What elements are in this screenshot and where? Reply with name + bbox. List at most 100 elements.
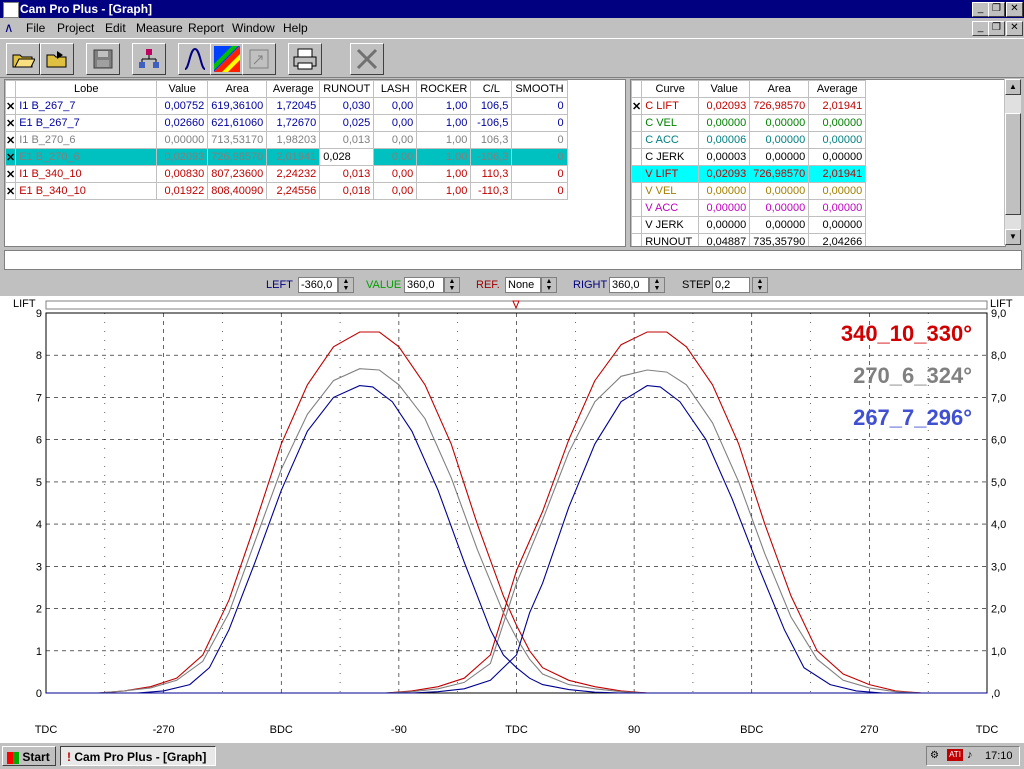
cell-area[interactable]: 726,98570 [749,165,810,183]
child-close-button[interactable]: ✕ [1006,21,1023,36]
tray-network-icon[interactable]: ⚙ [930,750,939,761]
cell-area[interactable]: 713,53170 [207,131,268,149]
table-row[interactable]: V ACC 0,00000 0,00000 0,00000 [631,199,867,217]
tray-speaker-icon[interactable]: ♪ [967,749,973,761]
table-row[interactable]: ✕ E1 B_270_6 0,02093 726,98570 2,01941 0,028 0… [5,148,568,166]
cell-value[interactable]: 0,04887 [698,233,751,246]
table-row[interactable]: V VEL 0,00000 0,00000 0,00000 [631,182,867,200]
col-value[interactable]: Value [698,80,751,98]
curve-button[interactable] [178,43,212,75]
print-button[interactable] [288,43,322,75]
cell-smooth[interactable]: 0 [511,182,568,200]
cell-cl[interactable]: 106,5 [470,97,513,115]
cell-smooth[interactable]: 0 [511,165,568,183]
cell-avg[interactable]: 1,72045 [266,97,321,115]
row-check-icon[interactable] [631,131,643,149]
right-spinner[interactable]: ▲ ▼ [649,277,665,293]
cell-lash[interactable]: 0,00 [373,182,418,200]
cell-area[interactable]: 0,00000 [749,182,810,200]
col-average[interactable]: Average [266,80,321,98]
cell-runout[interactable]: 0,030 [319,97,375,115]
menu-window[interactable]: Window [232,21,275,35]
cell-value[interactable]: 0,00000 [698,216,751,234]
save-button[interactable] [86,43,120,75]
cell-value[interactable]: 0,00003 [698,148,751,166]
row-check-icon[interactable] [631,182,643,200]
cell-avg[interactable]: 2,01941 [808,97,867,115]
col-cl[interactable]: C/L [470,80,513,98]
col-lobe[interactable]: Lobe [15,80,158,98]
cell-curve[interactable]: C LIFT [641,97,700,115]
col-smooth[interactable]: SMOOTH [511,80,568,98]
tray-ati-icon[interactable]: ATI [947,749,963,761]
minimize-button[interactable]: _ [972,2,989,17]
step-spinner[interactable]: ▲ ▼ [752,277,768,293]
child-minimize-button[interactable]: _ [972,21,989,36]
cell-value[interactable]: 0,00752 [156,97,209,115]
cell-value[interactable]: 0,00000 [698,182,751,200]
cell-area[interactable]: 619,36100 [207,97,268,115]
cell-avg[interactable]: 2,24556 [266,182,321,200]
scroll-up-arrow-icon[interactable]: ▲ [1005,79,1021,95]
menu-help[interactable]: Help [283,21,308,35]
table-row[interactable]: RUNOUT 0,04887 735,35790 2,04266 [631,233,867,246]
table-row[interactable]: C ACC 0,00006 0,00000 0,00000 [631,131,867,149]
cell-smooth[interactable]: 0 [511,97,568,115]
cell-cl[interactable]: 110,3 [470,165,513,183]
cell-curve[interactable]: V VEL [641,182,700,200]
table-row[interactable]: V JERK 0,00000 0,00000 0,00000 [631,216,867,234]
cell-lash[interactable]: 0,00 [373,114,418,132]
col-curve[interactable]: Curve [641,80,700,98]
curve-scrollbar[interactable]: ▲ ▼ [1004,79,1021,245]
cell-cl[interactable]: -110,3 [470,182,513,200]
table-row[interactable]: ✕ C LIFT 0,02093 726,98570 2,01941 [631,97,867,115]
cell-curve[interactable]: V JERK [641,216,700,234]
cell-runout[interactable]: 0,018 [319,182,375,200]
col-value[interactable]: Value [156,80,209,98]
cell-avg[interactable]: 2,24232 [266,165,321,183]
right-input[interactable] [609,277,649,293]
row-check-icon[interactable]: ✕ [5,114,17,132]
col-average[interactable]: Average [808,80,867,98]
table-row[interactable]: C JERK 0,00003 0,00000 0,00000 [631,148,867,166]
cell-avg[interactable]: 0,00000 [808,148,867,166]
cell-avg[interactable]: 0,00000 [808,131,867,149]
cell-area[interactable]: 735,35790 [749,233,810,246]
cell-area[interactable]: 0,00000 [749,148,810,166]
check-button[interactable] [242,43,276,75]
ref-input[interactable] [505,277,541,293]
step-input[interactable] [712,277,750,293]
menu-project[interactable]: Project [57,21,94,35]
value-spinner[interactable]: ▲ ▼ [444,277,460,293]
table-row[interactable]: ✕ I1 B_270_6 0,00000 713,53170 1,98203 0,013 0… [5,131,568,149]
menu-file[interactable]: File [26,21,45,35]
row-check-icon[interactable] [631,233,643,246]
child-restore-button[interactable]: ❐ [988,21,1005,36]
lift-chart[interactable]: LIFT LIFT 0,01 1,02 2,03 3,04 4,05 5,06 6,07 7,… [0,296,1024,742]
close-button[interactable]: ✕ [1006,2,1023,17]
cell-rocker[interactable]: 1,00 [416,131,472,149]
cell-rocker[interactable]: 1,00 [416,148,472,166]
task-button-campro[interactable]: ! Cam Pro Plus - [Graph] [60,746,216,766]
row-check-icon[interactable]: ✕ [5,97,17,115]
cell-avg[interactable]: 1,98203 [266,131,321,149]
cell-value[interactable]: 0,00830 [156,165,209,183]
cell-runout[interactable]: 0,025 [319,114,375,132]
cell-lash[interactable]: 0,00 [373,148,418,166]
cell-value[interactable]: 0,00000 [156,131,209,149]
cell-area[interactable]: 0,00000 [749,114,810,132]
cell-runout[interactable]: 0,028 [319,148,375,166]
cell-avg[interactable]: 0,00000 [808,216,867,234]
cell-area[interactable]: 726,98570 [207,148,268,166]
cell-lobe[interactable]: I1 B_340_10 [15,165,158,183]
cell-cl[interactable]: 106,3 [470,131,513,149]
cell-value[interactable]: 0,00000 [698,114,751,132]
row-check-icon[interactable] [631,165,643,183]
cell-rocker[interactable]: 1,00 [416,97,472,115]
col-rocker[interactable]: ROCKER [416,80,472,98]
cell-value[interactable]: 0,02093 [698,97,751,115]
table-row[interactable]: ✕ E1 B_267_7 0,02660 621,61060 1,72670 0,025 0… [5,114,568,132]
cell-lobe[interactable]: I1 B_267_7 [15,97,158,115]
row-check-icon[interactable] [631,216,643,234]
cell-lobe[interactable]: I1 B_270_6 [15,131,158,149]
